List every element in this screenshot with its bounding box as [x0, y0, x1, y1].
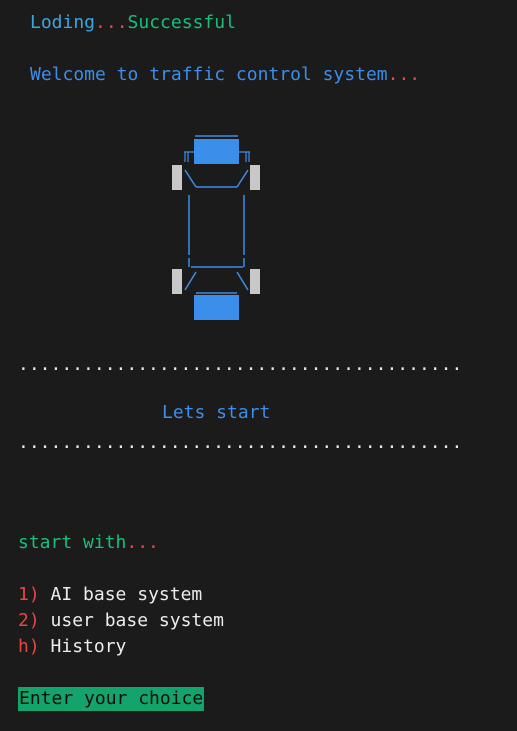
- separator-top: ........................................…: [18, 354, 463, 375]
- menu-key: h): [18, 636, 40, 657]
- loading-text: Loding: [30, 12, 96, 33]
- menu-item-user[interactable]: 2) user base system: [18, 610, 224, 632]
- start-with-line: start with...: [18, 532, 159, 554]
- menu-key: 1): [18, 584, 40, 605]
- start-with-text: start with: [18, 532, 127, 553]
- welcome-dots: ...: [387, 64, 421, 85]
- menu-label: user base system: [50, 610, 224, 631]
- loading-line: Loding...Successful: [30, 12, 236, 34]
- lets-start-label: Lets start: [162, 402, 271, 423]
- menu-label: AI base system: [50, 584, 203, 605]
- separator-bottom: ........................................…: [18, 432, 463, 453]
- menu-item-history[interactable]: h) History: [18, 636, 126, 658]
- welcome-text: Welcome to traffic control system: [30, 64, 388, 85]
- loading-dots: ...: [95, 12, 128, 33]
- start-with-dots: ...: [126, 532, 159, 553]
- welcome-line: Welcome to traffic control system...: [30, 64, 420, 86]
- menu-key: 2): [18, 610, 40, 631]
- menu-label: History: [50, 636, 127, 657]
- car-ascii-icon: [170, 130, 264, 326]
- choice-prompt[interactable]: Enter your choice: [18, 687, 205, 711]
- menu-item-ai[interactable]: 1) AI base system: [18, 584, 202, 606]
- loading-status: Successful: [127, 12, 236, 33]
